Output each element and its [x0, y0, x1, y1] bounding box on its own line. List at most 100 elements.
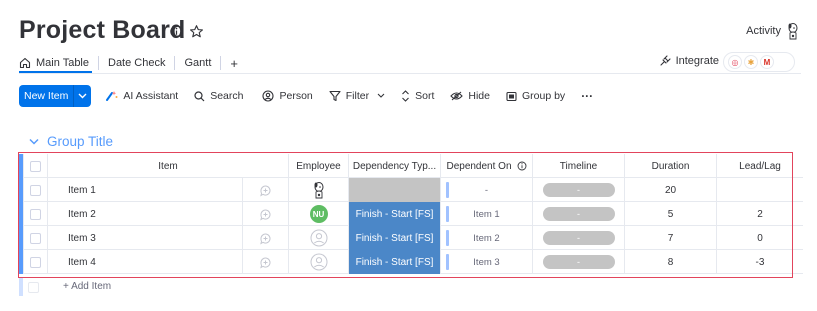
group-header[interactable]: Group Title	[29, 134, 113, 149]
lead-lag-cell[interactable]	[716, 178, 803, 202]
new-item-label[interactable]: New Item	[19, 85, 73, 107]
add-item-button[interactable]: + Add Item	[63, 281, 111, 292]
row-select-cell[interactable]	[23, 226, 47, 250]
timeline-pill[interactable]: -	[542, 183, 615, 197]
tab-label: Date Check	[108, 57, 166, 69]
star-icon[interactable]	[189, 24, 204, 39]
sort-button[interactable]: Sort	[401, 90, 434, 102]
chevron-down-icon[interactable]	[29, 138, 39, 145]
info-icon[interactable]	[517, 161, 527, 171]
column-header-employee[interactable]: Employee	[288, 154, 348, 178]
row-select-cell[interactable]	[23, 250, 47, 274]
dependency-indicator	[446, 206, 449, 222]
dependent-on-cell[interactable]: -	[440, 178, 532, 202]
add-update-icon[interactable]	[259, 208, 272, 221]
page-title[interactable]: Project Board	[19, 16, 186, 45]
item-name-cell[interactable]: Item 4	[47, 250, 242, 274]
animal-avatar-icon[interactable]	[785, 22, 801, 40]
dependent-on-cell[interactable]: Item 3	[440, 250, 532, 274]
column-header-dependent-on[interactable]: Dependent On	[440, 154, 532, 178]
filter-icon	[329, 90, 341, 102]
duration-cell[interactable]: 5	[624, 202, 716, 226]
lead-lag-cell[interactable]: 0	[716, 226, 803, 250]
row-checkbox[interactable]	[30, 232, 41, 244]
select-all-checkbox[interactable]	[30, 160, 41, 172]
column-header-item[interactable]: Item	[47, 154, 288, 178]
column-header-duration[interactable]: Duration	[624, 154, 716, 178]
row-checkbox[interactable]	[30, 208, 41, 220]
new-item-dropdown[interactable]	[73, 85, 91, 107]
add-update-icon[interactable]	[259, 232, 272, 245]
search-button[interactable]: Search	[194, 90, 243, 102]
ai-assistant-button[interactable]: AI Assistant	[105, 90, 178, 102]
duration-cell[interactable]: 8	[624, 250, 716, 274]
hide-button[interactable]: Hide	[450, 90, 490, 102]
add-update-icon[interactable]	[259, 256, 272, 269]
group-by-label: Group by	[521, 90, 566, 102]
info-icon[interactable]	[169, 24, 184, 39]
dependency-type-cell[interactable]	[348, 178, 440, 202]
lead-lag-cell[interactable]: -3	[716, 250, 803, 274]
row-select-cell[interactable]	[23, 178, 47, 202]
activity-button[interactable]: Activity	[746, 25, 781, 37]
group-by-button[interactable]: Group by	[506, 90, 565, 102]
employee-cell[interactable]	[288, 178, 348, 202]
integration-app-icon: ◎	[728, 55, 742, 69]
person-filter-button[interactable]: Person	[262, 90, 313, 102]
employee-cell[interactable]	[288, 250, 348, 274]
add-item-row: + Add Item	[19, 278, 803, 296]
item-updates-cell[interactable]	[242, 226, 288, 250]
item-name-cell[interactable]: Item 2	[47, 202, 242, 226]
timeline-cell[interactable]: -	[532, 250, 624, 274]
dependent-on-cell[interactable]: Item 2	[440, 226, 532, 250]
group-title-label[interactable]: Group Title	[47, 134, 113, 149]
timeline-cell[interactable]: -	[532, 202, 624, 226]
column-header-dependency-type[interactable]: Dependency Typ...	[348, 154, 440, 178]
timeline-pill[interactable]: -	[542, 255, 615, 269]
row-checkbox[interactable]	[30, 184, 41, 196]
duration-cell[interactable]: 20	[624, 178, 716, 202]
row-checkbox[interactable]	[30, 256, 41, 268]
item-name-cell[interactable]: Item 1	[47, 178, 242, 202]
filter-button[interactable]: Filter	[329, 90, 385, 102]
sort-icon	[402, 90, 409, 102]
table-header-row: Item Employee Dependency Typ... Dependen…	[19, 154, 803, 178]
row-select-cell[interactable]	[23, 202, 47, 226]
table-row: Item 1 - - 20	[19, 178, 803, 202]
employee-cell[interactable]: NU	[288, 202, 348, 226]
person-label: Person	[279, 90, 313, 102]
dependency-type-cell[interactable]: Finish - Start [FS]	[348, 226, 440, 250]
chevron-down-icon	[377, 93, 385, 98]
column-header-lead-lag[interactable]: Lead/Lag	[716, 154, 803, 178]
add-view-button[interactable]: +	[221, 56, 247, 71]
item-updates-cell[interactable]	[242, 202, 288, 226]
tab-date-check[interactable]: Date Check	[99, 54, 174, 72]
timeline-pill[interactable]: -	[542, 207, 615, 221]
dependent-on-cell[interactable]: Item 1	[440, 202, 532, 226]
duration-cell[interactable]: 7	[624, 226, 716, 250]
filter-label: Filter	[345, 90, 370, 102]
item-name-cell[interactable]: Item 3	[47, 226, 242, 250]
timeline-pill[interactable]: -	[542, 231, 615, 245]
add-update-icon[interactable]	[259, 184, 272, 197]
item-updates-cell[interactable]	[242, 178, 288, 202]
integrations-badges[interactable]: ◎ ✱ M	[723, 52, 795, 72]
tab-label: Gantt	[184, 57, 212, 69]
tab-gantt[interactable]: Gantt	[175, 54, 220, 72]
dependency-indicator	[446, 254, 449, 270]
dependency-type-cell[interactable]: Finish - Start [FS]	[348, 250, 440, 274]
select-all-cell[interactable]	[23, 154, 47, 178]
dependency-type-cell[interactable]: Finish - Start [FS]	[348, 202, 440, 226]
search-icon	[194, 90, 205, 101]
timeline-cell[interactable]: -	[532, 178, 624, 202]
more-options-button[interactable]: ···	[581, 89, 593, 103]
item-updates-cell[interactable]	[242, 250, 288, 274]
tab-main-table[interactable]: Main Table	[19, 54, 98, 72]
timeline-cell[interactable]: -	[532, 226, 624, 250]
avatar: NU	[309, 205, 328, 223]
employee-cell[interactable]	[288, 226, 348, 250]
integrate-button[interactable]: Integrate	[659, 55, 719, 67]
column-header-timeline[interactable]: Timeline	[532, 154, 624, 178]
lead-lag-cell[interactable]: 2	[716, 202, 803, 226]
new-item-button[interactable]: New Item	[19, 85, 92, 107]
